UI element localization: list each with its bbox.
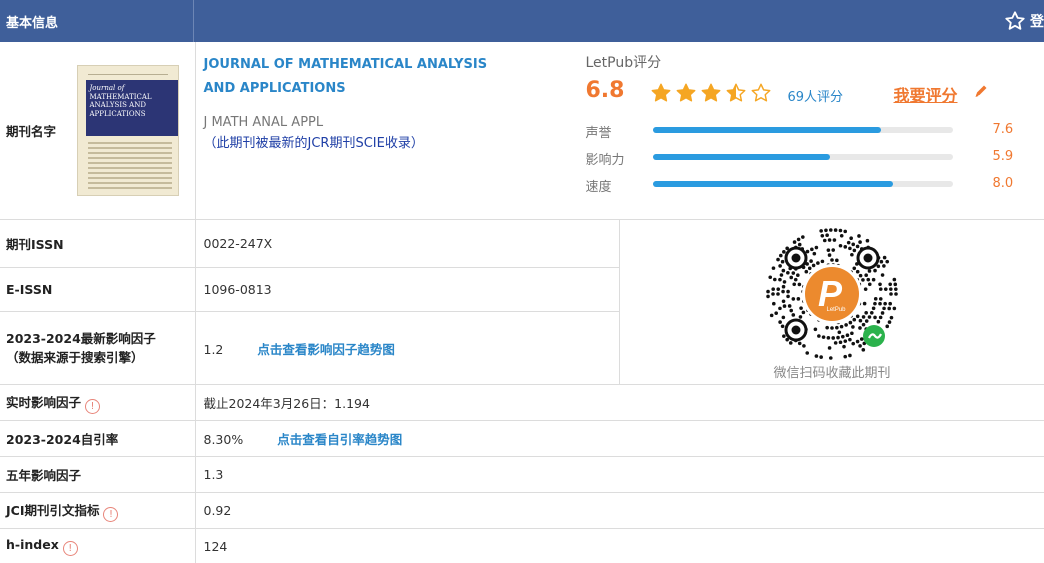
jci-label: JCI期刊引文指标!	[0, 492, 196, 529]
impact-factor-trend-link[interactable]: 点击查看影响因子趋势图	[257, 342, 395, 357]
self-cite-value: 8.30%	[203, 432, 244, 447]
bar-track	[652, 127, 953, 133]
hindex-label: h-index!	[0, 528, 196, 563]
rating-bar-influence: 影响力 5.9	[585, 149, 1026, 168]
rating-bar-reputation: 声誉 7.6	[585, 122, 1026, 141]
bar-fill	[652, 154, 830, 160]
hindex-value: 124	[195, 528, 1044, 563]
bar-fill	[652, 127, 881, 133]
journal-info-table: 期刊名字 Journal of MATHEMATICAL ANALYSIS AN…	[0, 42, 1044, 563]
jci-value: 0.92	[195, 492, 1044, 529]
bar-fill	[652, 181, 893, 187]
rating-score: 6.8	[585, 78, 625, 103]
bar-track	[652, 181, 953, 187]
impact-factor-cell: 1.2 点击查看影响因子趋势图	[195, 311, 620, 385]
journal-abbreviation: J MATH ANAL APPL	[203, 115, 324, 130]
rating-title: LetPub评分	[585, 55, 662, 71]
qr-caption: 微信扫码收藏此期刊	[773, 365, 891, 381]
impact-factor-value: 1.2	[203, 341, 224, 357]
journal-cell: Journal of MATHEMATICAL ANALYSIS AND APP…	[76, 42, 1044, 220]
table-row-realtime-if: 实时影响因子! 截止2024年3月26日：1.194	[0, 384, 1044, 421]
bar-label: 影响力	[585, 153, 625, 168]
self-cite-cell: 8.30% 点击查看自引率趋势图	[195, 420, 1044, 457]
rating-star-icon[interactable]	[700, 82, 722, 104]
cover-title-band: Journal of MATHEMATICAL ANALYSIS AND APP…	[85, 80, 178, 136]
svg-text:LetPub: LetPub	[826, 307, 846, 313]
bar-label: 速度	[585, 180, 612, 195]
section-header: 基本信息 登	[0, 0, 1044, 42]
wechat-qr-code[interactable]: PLetPub	[766, 227, 898, 360]
table-row-issn: 期刊ISSN 0022-247X P LetPub 微信扫码收藏此期刊	[0, 219, 1044, 385]
five-year-if-label: 五年影响因子	[0, 456, 196, 493]
eissn-value: 1096-0813	[195, 267, 620, 312]
rating-star-icon[interactable]	[725, 82, 747, 104]
letpub-rating-panel: LetPub评分 6.8 69人评分 我要评分 声誉 7.6 影响力 5.9 速…	[585, 52, 1026, 195]
rate-button[interactable]: 我要评分	[894, 82, 958, 106]
bar-track	[652, 154, 953, 160]
table-row-jci: JCI期刊引文指标! 0.92	[0, 492, 1044, 529]
realtime-if-label: 实时影响因子!	[0, 384, 196, 421]
bar-value: 5.9	[992, 149, 1014, 164]
realtime-if-value: 截止2024年3月26日：1.194	[195, 384, 1044, 421]
info-icon[interactable]: !	[103, 506, 119, 522]
table-row-five-year-if: 五年影响因子 1.3	[0, 456, 1044, 493]
rating-star-icon[interactable]	[750, 82, 772, 104]
header-left-cell: 基本信息	[0, 0, 194, 42]
info-icon[interactable]: !	[85, 398, 101, 414]
issn-value: 0022-247X	[195, 219, 620, 268]
qr-cell: P LetPub 微信扫码收藏此期刊	[619, 219, 1044, 385]
rating-star-icon[interactable]	[650, 82, 672, 104]
issn-label: 期刊ISSN	[0, 219, 196, 268]
bar-value: 7.6	[992, 122, 1014, 137]
pencil-icon[interactable]	[973, 83, 989, 99]
star-outline-icon	[1005, 11, 1025, 30]
self-cite-trend-link[interactable]: 点击查看自引率趋势图	[277, 432, 402, 447]
rating-count: 69人评分	[787, 90, 844, 105]
journal-name-link[interactable]: JOURNAL OF MATHEMATICAL ANALYSIS AND APP…	[204, 53, 494, 101]
login-label[interactable]: 登	[1030, 11, 1044, 31]
five-year-if-value: 1.3	[195, 456, 1044, 493]
eissn-label: E-ISSN	[0, 267, 196, 312]
bar-value: 8.0	[992, 176, 1014, 191]
info-icon[interactable]: !	[62, 540, 78, 556]
table-row-hindex: h-index! 124	[0, 528, 1044, 563]
table-row-journal: 期刊名字 Journal of MATHEMATICAL ANALYSIS AN…	[0, 42, 1044, 220]
journal-cover-image: Journal of MATHEMATICAL ANALYSIS AND APP…	[76, 65, 179, 196]
rating-bar-speed: 速度 8.0	[585, 176, 1026, 195]
section-title: 基本信息	[6, 16, 59, 31]
table-row-self-cite: 2023-2024自引率 8.30% 点击查看自引率趋势图	[0, 420, 1044, 457]
self-cite-label: 2023-2024自引率	[0, 420, 196, 457]
favorite-button[interactable]: 登	[1004, 8, 1044, 34]
rating-star-icon[interactable]	[675, 82, 697, 104]
jcr-note: （此期刊被最新的JCR期刊SCIE收录）	[203, 136, 424, 151]
bar-label: 声誉	[585, 126, 612, 141]
impact-factor-label: 2023-2024最新影响因子 （数据来源于搜索引擎）	[0, 311, 196, 385]
rating-stars	[650, 82, 775, 104]
